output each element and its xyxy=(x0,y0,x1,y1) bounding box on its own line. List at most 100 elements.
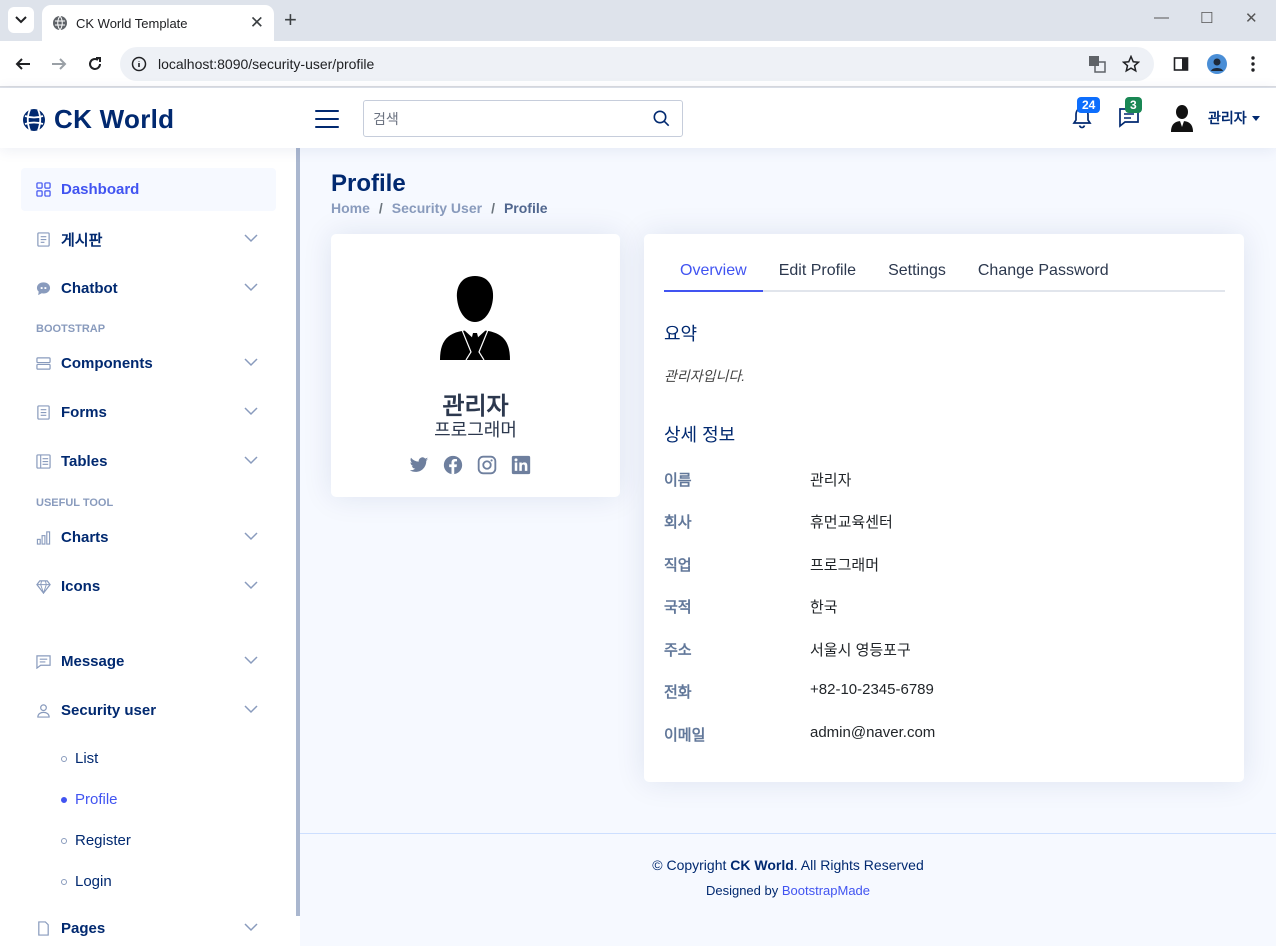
chevron-down-icon xyxy=(244,358,258,367)
file-icon xyxy=(38,921,49,936)
instagram-icon[interactable] xyxy=(477,455,497,475)
breadcrumb-separator: / xyxy=(378,200,383,216)
detail-row-name: 이름 관리자 xyxy=(664,469,1224,490)
summary-text: 관리자입니다. xyxy=(664,368,746,384)
profile-card: 관리자 프로그래머 xyxy=(331,234,620,497)
translate-icon[interactable] xyxy=(1088,55,1106,73)
user-avatar-icon xyxy=(1171,105,1193,132)
sidebar-item-dashboard[interactable]: Dashboard xyxy=(21,168,276,211)
app-header: CK World 24 3 관리자 xyxy=(0,88,1276,148)
sidebar-subitem-profile[interactable]: Profile xyxy=(61,791,118,808)
grid-icon xyxy=(36,182,51,197)
person-icon xyxy=(37,704,50,718)
sidebar-item-tables[interactable]: Tables xyxy=(21,440,276,483)
new-tab-button[interactable]: + xyxy=(284,8,297,32)
detail-row-job: 직업 프로그래머 xyxy=(664,554,1224,575)
sidebar-item-label: Forms xyxy=(61,404,107,421)
chevron-down-icon xyxy=(244,407,258,416)
profile-details-card: Overview Edit Profile Settings Change Pa… xyxy=(644,234,1244,782)
twitter-icon[interactable] xyxy=(409,455,429,475)
url-text[interactable]: localhost:8090/security-user/profile xyxy=(158,56,374,72)
page-title: Profile xyxy=(331,170,406,197)
designer-link[interactable]: BootstrapMade xyxy=(782,883,870,898)
tab-title: CK World Template xyxy=(76,15,188,31)
credits-label: Designed by xyxy=(705,883,779,898)
detail-label: 직업 xyxy=(664,557,692,574)
close-tab-icon[interactable]: ✕ xyxy=(250,13,264,33)
breadcrumb: Home / Security User / Profile xyxy=(331,200,548,216)
tab-overview[interactable]: Overview xyxy=(664,254,763,292)
sidebar-item-security-user[interactable]: Security user xyxy=(21,689,276,732)
circle-icon xyxy=(61,837,67,844)
sidebar-subitem-list[interactable]: List xyxy=(61,750,98,767)
tab-edit-profile[interactable]: Edit Profile xyxy=(763,254,872,292)
omnibox[interactable]: localhost:8090/security-user/profile xyxy=(120,47,1154,81)
bookmark-star-icon[interactable] xyxy=(1122,55,1140,73)
maximize-icon[interactable]: ☐ xyxy=(1200,9,1213,27)
site-info-icon[interactable] xyxy=(131,56,147,72)
detail-value: 프로그래머 xyxy=(810,557,880,574)
detail-value: 한국 xyxy=(810,599,838,616)
sidebar-item-icons[interactable]: Icons xyxy=(21,565,276,608)
breadcrumb-home[interactable]: Home xyxy=(331,200,370,216)
messages-badge: 3 xyxy=(1125,97,1142,113)
sidebar-item-label: 게시판 xyxy=(61,232,103,249)
sidebar-subitem-login[interactable]: Login xyxy=(61,873,112,890)
sidebar-subitem-label: List xyxy=(75,750,99,767)
sidebar-item-message[interactable]: Message xyxy=(21,640,276,683)
sidebar-item-forms[interactable]: Forms xyxy=(21,391,276,434)
breadcrumb-current: Profile xyxy=(503,200,548,216)
user-menu[interactable]: 관리자 xyxy=(1170,104,1260,132)
sidebar-item-board[interactable]: 게시판 xyxy=(21,218,276,261)
sidebar-item-pages[interactable]: Pages xyxy=(21,907,276,946)
chat-quote-icon xyxy=(36,282,51,296)
detail-label: 회사 xyxy=(664,514,692,531)
layout-text-icon xyxy=(36,454,51,469)
search-input[interactable] xyxy=(364,101,634,136)
tab-settings[interactable]: Settings xyxy=(872,254,962,292)
caret-down-icon xyxy=(1251,115,1260,121)
close-window-icon[interactable]: ✕ xyxy=(1245,9,1258,27)
chevron-down-icon xyxy=(244,283,258,292)
sidebar-subitem-register[interactable]: Register xyxy=(61,832,131,849)
sidebar: Dashboard 게시판 Chatbot BOOTSTRAP Componen… xyxy=(0,148,300,946)
social-links xyxy=(409,455,545,475)
detail-row-email: 이메일 admin@naver.com xyxy=(664,724,1224,745)
detail-row-phone: 전화 +82-10-2345-6789 xyxy=(664,681,1224,702)
detail-label: 이름 xyxy=(664,472,692,489)
sidebar-item-charts[interactable]: Charts xyxy=(21,516,276,559)
notifications-button[interactable]: 24 xyxy=(1071,97,1101,134)
sidebar-item-chatbot[interactable]: Chatbot xyxy=(21,267,276,310)
breadcrumb-security-user[interactable]: Security User xyxy=(392,200,482,216)
search-button[interactable] xyxy=(653,110,670,132)
profile-avatar xyxy=(440,276,510,360)
sidebar-item-label: Pages xyxy=(61,920,106,937)
chevron-down-icon xyxy=(244,532,258,541)
profile-tabs: Overview Edit Profile Settings Change Pa… xyxy=(664,254,1225,292)
copyright-brand: CK World xyxy=(730,857,794,873)
facebook-icon[interactable] xyxy=(443,455,463,475)
detail-row-country: 국적 한국 xyxy=(664,596,1224,617)
logo[interactable]: CK World xyxy=(22,104,174,135)
reload-icon[interactable] xyxy=(84,53,106,75)
sidebar-item-label: Chatbot xyxy=(61,280,118,297)
browser-profile-avatar[interactable] xyxy=(1206,53,1228,75)
sidebar-toggle-icon[interactable] xyxy=(315,110,339,128)
forward-icon[interactable] xyxy=(48,53,70,75)
messages-button[interactable]: 3 xyxy=(1117,97,1142,134)
tab-search-button[interactable] xyxy=(8,7,34,33)
detail-value: +82-10-2345-6789 xyxy=(810,681,934,698)
back-icon[interactable] xyxy=(12,53,34,75)
side-panel-icon[interactable] xyxy=(1170,53,1192,75)
linkedin-icon[interactable] xyxy=(511,455,531,475)
main-content: Profile Home / Security User / Profile 관… xyxy=(300,148,1276,946)
address-bar: localhost:8090/security-user/profile xyxy=(0,41,1276,87)
browser-tab[interactable]: CK World Template ✕ xyxy=(42,5,274,41)
tab-change-password[interactable]: Change Password xyxy=(962,254,1125,292)
sidebar-item-components[interactable]: Components xyxy=(21,342,276,385)
detail-label: 이메일 xyxy=(664,727,706,744)
sidebar-item-label: Icons xyxy=(61,578,101,595)
minimize-icon[interactable]: — xyxy=(1154,9,1169,26)
browser-menu-icon[interactable] xyxy=(1242,53,1264,75)
detail-value: 관리자 xyxy=(810,472,852,489)
